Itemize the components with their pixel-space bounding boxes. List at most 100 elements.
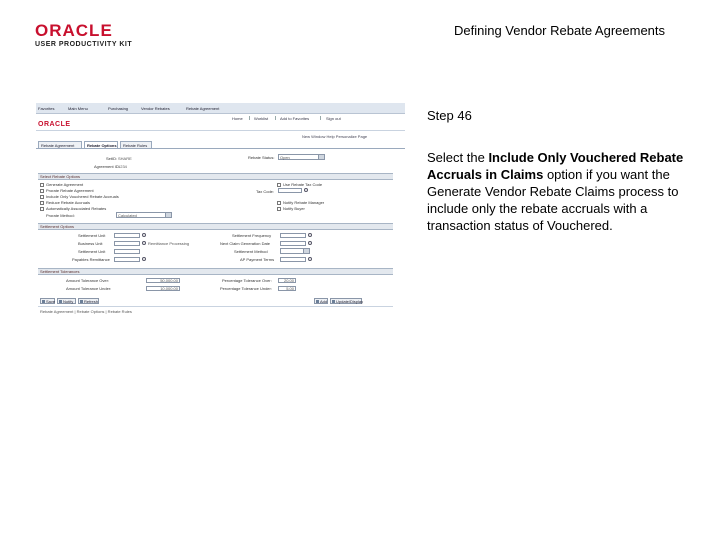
footer-tab-links[interactable]: Rebate Agreement | Rebate Options | Reba… bbox=[40, 309, 132, 314]
update-display-button[interactable]: Update/Display bbox=[330, 298, 363, 304]
oracle-brand: ORACLE bbox=[38, 121, 71, 128]
calendar-icon[interactable] bbox=[308, 241, 312, 245]
notify-button[interactable]: Notify bbox=[57, 298, 76, 304]
refresh-icon bbox=[80, 300, 83, 304]
settlement-unit-2-label: Settlement Unit bbox=[78, 249, 106, 254]
amount-under-value: 10,000.00 bbox=[160, 286, 178, 291]
rebate-status-value: Open bbox=[280, 155, 290, 160]
amount-under-input[interactable]: 10,000.00 bbox=[146, 286, 180, 291]
add-to-favorites-link[interactable]: Add to Favorites bbox=[280, 116, 309, 121]
settlement-frequency-label: Settlement Frequency bbox=[232, 233, 272, 238]
add-button[interactable]: Add bbox=[314, 298, 328, 304]
percent-over-label: Percentage Tolerance Over: bbox=[222, 278, 272, 283]
notify-buyer-checkbox[interactable] bbox=[277, 207, 281, 211]
home-link[interactable]: Home bbox=[232, 116, 243, 121]
lookup-icon[interactable] bbox=[142, 233, 146, 237]
breadcrumb-main-menu[interactable]: Main Menu bbox=[68, 106, 88, 111]
prorate-agreement-label: Prorate Rebate Agreement bbox=[46, 188, 94, 193]
lookup-icon[interactable] bbox=[308, 257, 312, 261]
amount-under-label: Amount Tolerance Under: bbox=[66, 286, 112, 291]
breadcrumb-purchasing[interactable]: Purchasing bbox=[108, 106, 128, 111]
refresh-button[interactable]: Refresh bbox=[78, 298, 99, 304]
prorate-method-dropdown[interactable]: Calculated bbox=[116, 212, 172, 218]
application-screenshot: Favorites Main Menu Purchasing Vendor Re… bbox=[36, 103, 405, 318]
percent-over-input[interactable]: 20.00 bbox=[278, 278, 296, 283]
save-button[interactable]: Save bbox=[40, 298, 55, 304]
use-rebate-tax-code-checkbox[interactable] bbox=[277, 183, 281, 187]
tab-rebate-agreement[interactable]: Rebate Agreement bbox=[38, 141, 82, 148]
setid-value: SHARE bbox=[118, 156, 132, 161]
auto-associated-label: Automatically Associated Rebates bbox=[46, 206, 107, 211]
percent-under-value: 5.00 bbox=[286, 286, 294, 291]
chevron-down-icon bbox=[318, 155, 324, 159]
agreement-id-value: 1234 bbox=[118, 164, 127, 169]
settlement-frequency-input[interactable] bbox=[280, 233, 306, 238]
section-header-options: Select Rebate Options bbox=[38, 173, 393, 180]
notify-buyer-label: Notify Buyer bbox=[283, 206, 305, 211]
payables-remittance-label: Payables Remittance bbox=[72, 257, 110, 262]
universal-navigation: Home Worklist Add to Favorites Sign out bbox=[36, 114, 405, 122]
breadcrumb-bar: Favorites Main Menu Purchasing Vendor Re… bbox=[36, 103, 405, 114]
reduce-accruals-label: Reduce Rebate Accruals bbox=[46, 200, 91, 205]
lookup-icon[interactable] bbox=[142, 241, 146, 245]
lookup-icon[interactable] bbox=[142, 257, 146, 261]
include-only-vouchered-label: Include Only Vouchered Rebate Accruals bbox=[46, 194, 119, 199]
worklist-link[interactable]: Worklist bbox=[254, 116, 268, 121]
include-only-vouchered-checkbox[interactable] bbox=[40, 195, 44, 199]
chevron-down-icon bbox=[303, 249, 309, 253]
section-header-tolerance: Settlement Tolerances bbox=[38, 268, 393, 275]
business-unit-input[interactable] bbox=[114, 241, 140, 246]
notify-rebate-manager-label: Notify Rebate Manager bbox=[283, 200, 325, 205]
upk-subtitle: USER PRODUCTIVITY KIT bbox=[35, 41, 133, 48]
notify-icon bbox=[59, 300, 62, 304]
use-rebate-tax-code-label: Use Rebate Tax Code bbox=[283, 182, 323, 187]
remittance-hint: Remittance Processing bbox=[148, 241, 190, 246]
generate-agreement-label: Generate Agreement bbox=[46, 182, 84, 187]
tab-rebate-options[interactable]: Rebate Options bbox=[84, 141, 118, 148]
lookup-icon[interactable] bbox=[304, 188, 308, 192]
settlement-method-label: Settlement Method bbox=[234, 249, 268, 254]
prorate-method-value: Calculated bbox=[118, 213, 137, 218]
ap-payment-terms-input[interactable] bbox=[280, 257, 306, 262]
tax-code-input[interactable] bbox=[278, 188, 302, 193]
oracle-upk-logo: ORACLE USER PRODUCTIVITY KIT bbox=[35, 21, 133, 49]
settlement-unit-2-input[interactable] bbox=[114, 249, 140, 254]
next-claim-date-label: Next Claim Generation Date bbox=[220, 241, 271, 246]
prorate-agreement-checkbox[interactable] bbox=[40, 189, 44, 193]
section-header-settlement: Settlement Options bbox=[38, 223, 393, 230]
reduce-accruals-checkbox[interactable] bbox=[40, 201, 44, 205]
notify-rebate-manager-checkbox[interactable] bbox=[277, 201, 281, 205]
ap-payment-terms-label: AP Payment Terms bbox=[240, 257, 275, 262]
settlement-unit-label: Settlement Unit bbox=[78, 233, 106, 238]
save-icon bbox=[42, 300, 45, 304]
percent-under-label: Percentage Tolerance Under: bbox=[220, 286, 272, 291]
settlement-method-dropdown[interactable] bbox=[280, 248, 310, 254]
settlement-unit-input[interactable] bbox=[114, 233, 140, 238]
lookup-icon[interactable] bbox=[308, 233, 312, 237]
prorate-method-label: Prorate Method: bbox=[46, 213, 75, 218]
rebate-status-label: Rebate Status: bbox=[248, 155, 275, 160]
oracle-logo-word: ORACLE bbox=[35, 21, 113, 40]
breadcrumb-vendor-rebates[interactable]: Vendor Rebates bbox=[141, 106, 170, 111]
amount-over-input[interactable]: 50,000.00 bbox=[146, 278, 180, 283]
amount-over-value: 50,000.00 bbox=[160, 278, 178, 283]
breadcrumb-rebate-agreement[interactable]: Rebate Agreement bbox=[186, 106, 219, 111]
breadcrumb-favorites[interactable]: Favorites bbox=[38, 106, 54, 111]
next-claim-date-input[interactable] bbox=[280, 241, 306, 246]
sign-out-link[interactable]: Sign out bbox=[326, 116, 341, 121]
tax-code-label: Tax Code: bbox=[256, 189, 275, 194]
chevron-down-icon bbox=[165, 213, 171, 217]
auto-associated-checkbox[interactable] bbox=[40, 207, 44, 211]
rebate-status-dropdown[interactable]: Open bbox=[278, 154, 325, 160]
step-instruction: Select the Include Only Vouchered Rebate… bbox=[427, 150, 684, 233]
percent-over-value: 20.00 bbox=[283, 278, 294, 283]
agreement-id-label: Agreement ID: bbox=[94, 164, 120, 169]
tab-rebate-rules[interactable]: Rebate Rules bbox=[120, 141, 152, 148]
generate-agreement-checkbox[interactable] bbox=[40, 183, 44, 187]
step-number: Step 46 bbox=[427, 108, 472, 123]
page-links[interactable]: New Window Help Personalize Page bbox=[302, 134, 367, 139]
business-unit-label: Business Unit bbox=[78, 241, 103, 246]
payables-remittance-input[interactable] bbox=[114, 257, 140, 262]
display-icon bbox=[332, 300, 335, 304]
percent-under-input[interactable]: 5.00 bbox=[278, 286, 296, 291]
